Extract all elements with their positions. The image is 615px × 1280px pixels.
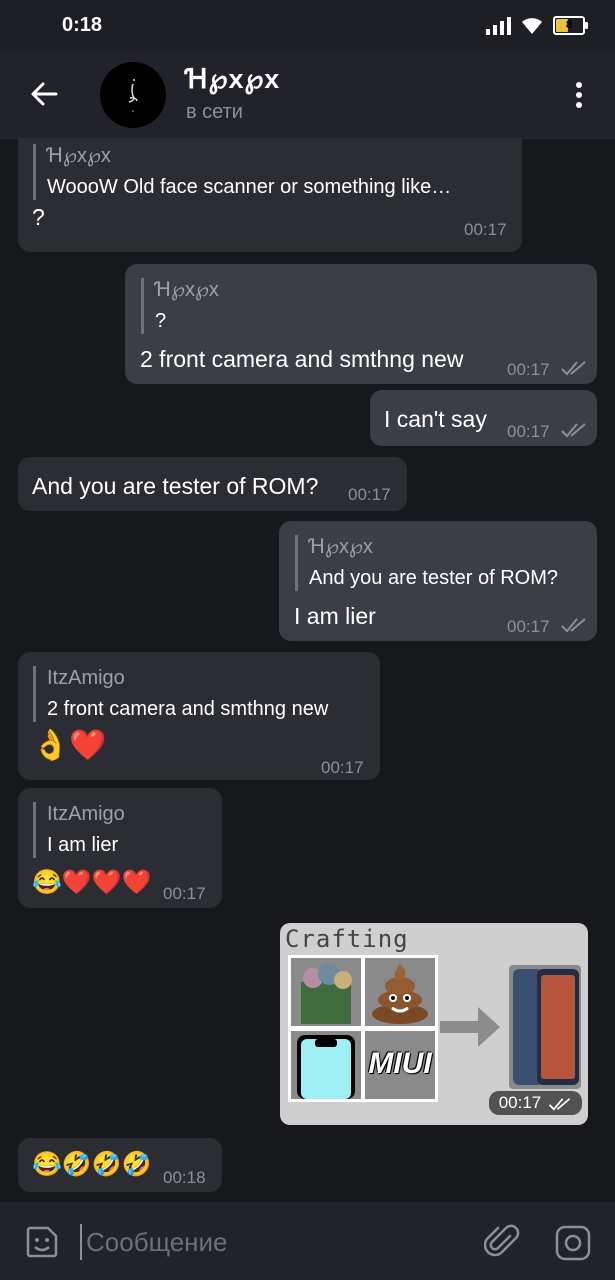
- reply-text: WoooW Old face scanner or something like…: [47, 176, 452, 198]
- battery-icon: 8: [553, 16, 588, 35]
- image-time-text: 00:17: [498, 1093, 542, 1112]
- message-bubble-incoming[interactable]: ItzAmigo 2 front camera and smthng new 👌…: [18, 652, 380, 780]
- signal-icon: [486, 16, 511, 35]
- message-emoji: 👌❤️: [32, 729, 107, 762]
- reply-text: ?: [155, 310, 167, 332]
- more-vertical-icon[interactable]: [571, 80, 587, 110]
- reply-quote[interactable]: ItzAmigo 2 front camera and smthng new: [33, 666, 328, 722]
- miui-label: MIUI: [368, 1047, 432, 1080]
- sticker-icon[interactable]: [24, 1224, 60, 1260]
- arrow-right-icon: [440, 1007, 500, 1047]
- message-list[interactable]: Ɦ℘x℘x WoooW Old face scanner or somethin…: [0, 138, 615, 1202]
- message-bubble-outgoing[interactable]: Ɦ℘x℘x ? 2 front camera and smthng new 00…: [125, 264, 597, 384]
- reply-quote[interactable]: ItzAmigo I am lier: [33, 802, 125, 858]
- image-slot-miui: MIUI: [362, 1028, 438, 1102]
- reply-quote[interactable]: Ɦ℘x℘x And you are tester of ROM?: [295, 535, 558, 591]
- reply-quote[interactable]: Ɦ℘x℘x ?: [141, 278, 219, 334]
- status-bar: 0:18 8: [0, 0, 615, 52]
- message-emoji: 😂❤️❤️❤️: [32, 869, 152, 896]
- message-bubble-incoming[interactable]: ItzAmigo I am lier 😂❤️❤️❤️ 00:17: [18, 788, 222, 908]
- image-caption-crafting: Crafting: [285, 925, 409, 953]
- reply-author: Ɦ℘x℘x: [309, 536, 373, 558]
- status-icons: 8: [486, 16, 588, 35]
- camera-icon[interactable]: [554, 1224, 592, 1262]
- reply-text: I am lier: [47, 834, 119, 856]
- message-bubble-incoming[interactable]: Ɦ℘x℘x WoooW Old face scanner or somethin…: [18, 138, 522, 252]
- poop-icon: [372, 964, 428, 1024]
- avatar[interactable]: [100, 62, 166, 128]
- reply-author: Ɦ℘x℘x: [155, 279, 219, 301]
- message-input[interactable]: [84, 1220, 468, 1264]
- notch-phone-icon: [297, 1035, 355, 1099]
- status-time: 0:18: [62, 14, 103, 36]
- image-slot-notch-phone: [288, 1028, 364, 1102]
- message-time: 00:17: [507, 422, 550, 441]
- contact-name[interactable]: Ɦ℘x℘x: [186, 64, 280, 95]
- message-image-crafting[interactable]: Crafting MIUI 00:17: [280, 923, 588, 1125]
- phone-result-icon: [509, 965, 581, 1089]
- battery-level: 8: [565, 19, 573, 31]
- reply-text: And you are tester of ROM?: [309, 567, 559, 589]
- message-time: 00:17: [321, 758, 364, 777]
- trash-can-icon: [301, 963, 352, 1024]
- back-arrow-icon[interactable]: [28, 78, 60, 110]
- chat-header: Ɦ℘x℘x в сети: [0, 52, 615, 139]
- wifi-icon: [522, 17, 542, 34]
- message-text: And you are tester of ROM?: [32, 473, 319, 499]
- reply-quote[interactable]: Ɦ℘x℘x WoooW Old face scanner or somethin…: [33, 144, 451, 200]
- message-text: I can't say: [384, 406, 487, 432]
- contact-status: в сети: [186, 101, 243, 123]
- message-time: 00:17: [348, 485, 391, 504]
- message-bubble-incoming[interactable]: 😂🤣🤣🤣 00:18: [18, 1138, 222, 1192]
- message-time: 00:17: [163, 884, 206, 903]
- image-slot-trash: [288, 955, 364, 1029]
- message-emoji: 😂🤣🤣🤣: [32, 1151, 152, 1178]
- message-composer: [0, 1202, 615, 1280]
- image-slot-poop: [362, 955, 438, 1029]
- message-time: 00:17: [488, 1091, 582, 1115]
- double-check-icon: [548, 1097, 571, 1111]
- message-bubble-outgoing[interactable]: Ɦ℘x℘x And you are tester of ROM? I am li…: [279, 521, 597, 641]
- reply-author: Ɦ℘x℘x: [47, 145, 111, 167]
- text-cursor: [80, 1224, 82, 1260]
- double-check-icon: [561, 423, 586, 438]
- message-bubble-outgoing[interactable]: I can't say 00:17: [370, 390, 597, 446]
- message-time: 00:17: [507, 360, 550, 379]
- message-time: 00:18: [163, 1168, 206, 1187]
- reply-author: ItzAmigo: [47, 803, 125, 825]
- message-time: 00:17: [507, 617, 550, 636]
- double-check-icon: [561, 361, 586, 376]
- message-text: ?: [32, 204, 45, 230]
- message-text: 2 front camera and smthng new: [140, 346, 464, 372]
- double-check-icon: [561, 618, 586, 633]
- avatar-logo-icon: [128, 79, 138, 112]
- reply-text: 2 front camera and smthng new: [47, 698, 329, 720]
- attach-icon[interactable]: [484, 1222, 520, 1260]
- message-text: I am lier: [294, 603, 376, 629]
- message-bubble-incoming[interactable]: And you are tester of ROM? 00:17: [18, 457, 407, 511]
- message-time: 00:17: [464, 220, 507, 239]
- reply-author: ItzAmigo: [47, 667, 125, 689]
